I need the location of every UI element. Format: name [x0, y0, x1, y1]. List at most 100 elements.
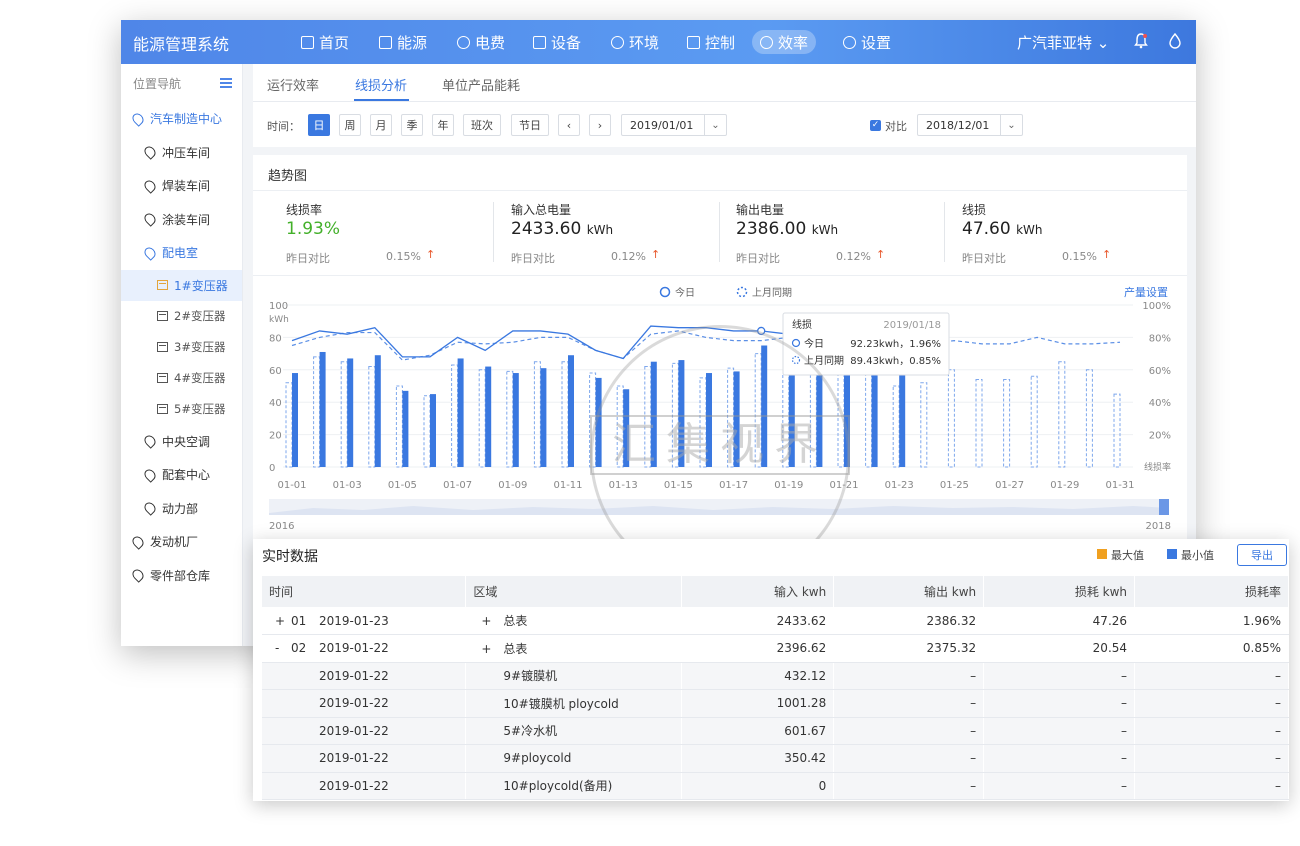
period-year-button[interactable]: 年 — [432, 114, 454, 136]
period-day-button[interactable]: 日 — [308, 114, 330, 136]
y-tick-label: 20 — [269, 431, 282, 442]
company-selector[interactable]: 广汽菲亚特 ⌄ — [1017, 32, 1109, 53]
nav-control[interactable]: 控制 — [679, 30, 743, 54]
sidebar-item-welding[interactable]: 焊装车间 — [121, 169, 242, 203]
legend-lastmonth-marker — [736, 286, 748, 298]
next-button[interactable]: › — [589, 114, 611, 136]
divider — [253, 190, 1187, 191]
sidebar-item-transformer-2[interactable]: 2#变压器 — [121, 301, 242, 332]
col-loss[interactable]: 损耗 kwh — [983, 576, 1136, 607]
period-week-button[interactable]: 周 — [339, 114, 361, 136]
nav-settings[interactable]: 设置 — [835, 30, 899, 54]
sidebar-item-transformer-5[interactable]: 5#变压器 — [121, 394, 242, 425]
sidebar-item-auto-center[interactable]: 汽车制造中心 — [121, 102, 242, 136]
date-picker[interactable]: 2019/01/01 ⌄ — [621, 114, 727, 136]
col-output[interactable]: 输出 kwh — [833, 576, 985, 607]
sidebar-item-engine-plant[interactable]: 发动机厂 — [121, 525, 242, 559]
export-button[interactable]: 导出 — [1237, 544, 1287, 566]
bar-lastmonth — [865, 359, 873, 468]
tab-unit-energy[interactable]: 单位产品能耗 — [442, 75, 520, 94]
sidebar-header: 位置导航 — [121, 64, 242, 102]
nav-environment[interactable]: 环境 — [603, 30, 667, 54]
table-row[interactable]: 2019-01-22 9#镀膜机 432.12– – – — [262, 662, 1289, 690]
col-loss-rate[interactable]: 损耗率 — [1134, 576, 1289, 607]
watermark-text: 汇集视界 — [590, 415, 850, 475]
table-row[interactable]: 2019-01-22 9#ploycold 350.42– – – — [262, 744, 1289, 773]
nav-fees[interactable]: 电费 — [449, 30, 513, 54]
tab-line-loss[interactable]: 线损分析 — [355, 75, 407, 94]
prev-button[interactable]: ‹ — [558, 114, 580, 136]
col-input[interactable]: 输入 kwh — [681, 576, 835, 607]
production-settings-link[interactable]: 产量设置 — [1124, 285, 1168, 299]
cell-area: 9#ploycold — [465, 744, 683, 773]
nav-energy[interactable]: 能源 — [371, 30, 435, 54]
sidebar-item-hvac[interactable]: 中央空调 — [121, 425, 242, 459]
menu-collapse-icon[interactable] — [220, 78, 232, 88]
bar-today — [430, 394, 436, 467]
cell-area: 10#镀膜机 ploycold — [465, 689, 683, 718]
cell-rate: 0.85% — [1134, 634, 1289, 663]
sidebar-item-transformer-1[interactable]: 1#变压器 — [121, 269, 242, 301]
x-tick-label: 01-07 — [443, 480, 472, 491]
period-season-button[interactable]: 季 — [401, 114, 423, 136]
range-handle[interactable] — [1159, 499, 1169, 515]
compare-date-picker[interactable]: 2018/12/01 ⌄ — [917, 114, 1023, 136]
sidebar-item-label: 零件部仓库 — [150, 568, 211, 583]
compare-checkbox[interactable]: ✓ — [870, 120, 881, 131]
sidebar-item-power-room[interactable]: 配电室 — [121, 236, 242, 270]
period-holiday-button[interactable]: 节日 — [511, 114, 549, 136]
y-tick-label: 80 — [269, 333, 282, 344]
sidebar-item-stamping[interactable]: 冲压车间 — [121, 136, 242, 170]
y-axis-label: kWh — [269, 315, 289, 325]
expand-toggle[interactable]: - — [275, 641, 291, 655]
sidebar-item-painting[interactable]: 涂装车间 — [121, 203, 242, 237]
y-right-tick-label: 60% — [1149, 366, 1171, 377]
period-shift-button[interactable]: 班次 — [463, 114, 501, 136]
table-row[interactable]: 2019-01-22 10#ploycold(备用) 0– – – — [262, 772, 1289, 800]
cell-loss: 47.26 — [983, 607, 1136, 635]
col-time[interactable]: 时间 — [262, 576, 467, 607]
arrow-up-icon: ↑ — [1102, 248, 1112, 261]
bar-lastmonth — [395, 385, 403, 468]
table-row[interactable]: 2019-01-22 5#冷水机 601.67– – – — [262, 717, 1289, 745]
range-slider[interactable]: 2016 2018 — [269, 499, 1171, 532]
kpi-number: 2433.60 — [511, 219, 582, 239]
cell-date: 2019-01-22 — [319, 751, 389, 766]
col-area[interactable]: 区域 — [465, 576, 683, 607]
water-drop-icon[interactable] — [1169, 33, 1181, 49]
table-row[interactable]: +01 2019-01-23 + 总表 2433.62 2386.32 47.26 1.96% — [262, 607, 1289, 635]
kpi-value: 47.60 kWh — [962, 219, 1043, 239]
cell-loss: – — [983, 744, 1136, 773]
nav-home[interactable]: 首页 — [293, 30, 357, 54]
kpi-value: 2433.60 kWh — [511, 219, 613, 239]
kpi-number: 2386.00 — [736, 219, 807, 239]
trend-chart: 100 80 60 40 20 0 kWh 100% 80% 60% 40% 20% 线损率 01-01 0… — [269, 285, 1171, 532]
cell-out: – — [833, 689, 985, 718]
y-right-tick-label: 40% — [1149, 398, 1171, 409]
nav-devices[interactable]: 设备 — [525, 30, 589, 54]
sidebar-item-transformer-3[interactable]: 3#变压器 — [121, 332, 242, 363]
sidebar-item-transformer-4[interactable]: 4#变压器 — [121, 363, 242, 394]
table-row[interactable]: -02 2019-01-22 + 总表 2396.62 2375.32 20.54 0.85% — [262, 634, 1289, 663]
period-month-button[interactable]: 月 — [370, 114, 392, 136]
cell-area-label: 5#冷水机 — [503, 724, 558, 739]
bar-lastmonth — [1003, 379, 1011, 468]
kpi-line-loss: 线损 47.60 kWh 昨日对比 0.15% ↑ — [962, 201, 1172, 269]
filter-bar: 时间： 日 周 月 季 年 班次 节日 ‹ › 2019/01/01 ⌄ ✓ 对比… — [253, 102, 1196, 147]
x-tick-label: 01-03 — [333, 480, 362, 491]
cell-out: – — [833, 662, 985, 690]
bell-icon[interactable] — [1134, 33, 1148, 49]
expand-toggle[interactable]: + — [481, 614, 503, 628]
expand-toggle[interactable]: + — [481, 642, 503, 656]
chart-tooltip: 线损 2019/01/18 今日 92.23kwh，1.96% 上月同期 89.… — [782, 312, 950, 376]
tab-run-efficiency[interactable]: 运行效率 — [267, 75, 319, 94]
trend-title: 趋势图 — [268, 169, 308, 184]
expand-toggle[interactable]: + — [275, 614, 291, 628]
table-row[interactable]: 2019-01-22 10#镀膜机 ploycold 1001.28– – – — [262, 689, 1289, 718]
sidebar-item-label: 4#变压器 — [174, 371, 226, 385]
cell-time: +01 2019-01-23 — [262, 607, 467, 635]
nav-efficiency[interactable]: 效率 — [752, 30, 817, 54]
sidebar-item-parts-warehouse[interactable]: 零件部仓库 — [121, 559, 242, 593]
sidebar-item-power-dept[interactable]: 动力部 — [121, 492, 242, 526]
sidebar-item-supply-center[interactable]: 配套中心 — [121, 458, 242, 492]
